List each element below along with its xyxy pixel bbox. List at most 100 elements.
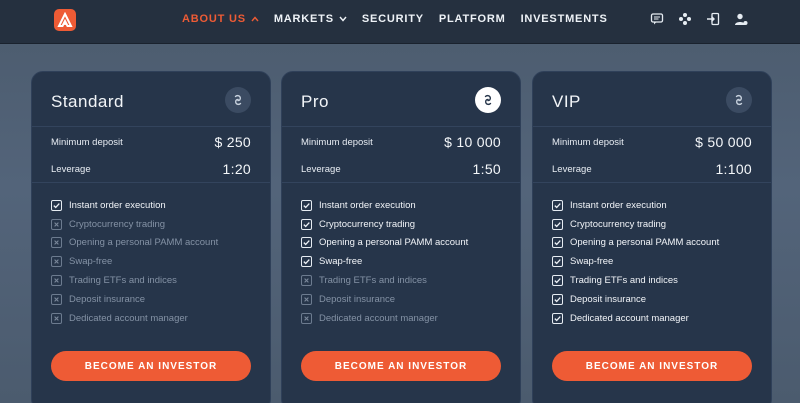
feature-list: Instant order execution Cryptocurrency tr… bbox=[301, 196, 510, 328]
nav-security-label: SECURITY bbox=[361, 13, 424, 25]
feature-label: Instant order execution bbox=[69, 199, 166, 211]
plan-card-standard: Standard Minimum deposit $ 250 Leverage … bbox=[31, 71, 271, 403]
min-deposit-row: Minimum deposit $ 10 000 bbox=[301, 134, 501, 150]
cross-icon bbox=[301, 275, 312, 287]
leverage-label: Leverage bbox=[301, 163, 341, 175]
become-investor-button[interactable]: BECOME AN INVESTOR bbox=[301, 351, 501, 381]
min-deposit-row: Minimum deposit $ 250 bbox=[51, 134, 251, 150]
nav-platform-label: PLATFORM bbox=[438, 13, 506, 25]
chevron-up-icon bbox=[251, 16, 259, 22]
link-icon bbox=[475, 87, 501, 113]
feature-label: Opening a personal PAMM account bbox=[319, 237, 469, 249]
leverage-row: Leverage 1:100 bbox=[552, 161, 752, 177]
feature-item: Dedicated account manager bbox=[51, 309, 260, 328]
nav-about-us[interactable]: ABOUT US bbox=[182, 13, 259, 25]
divider bbox=[533, 126, 771, 127]
leverage-row: Leverage 1:50 bbox=[301, 161, 501, 177]
feature-label: Trading ETFs and indices bbox=[69, 275, 177, 287]
check-icon bbox=[552, 293, 563, 305]
feature-label: Swap-free bbox=[69, 256, 113, 268]
feature-label: Trading ETFs and indices bbox=[319, 275, 427, 287]
feature-label: Opening a personal PAMM account bbox=[570, 237, 720, 249]
feature-item: Opening a personal PAMM account bbox=[301, 234, 510, 253]
cross-icon bbox=[51, 293, 62, 305]
check-icon bbox=[552, 218, 563, 230]
become-investor-button[interactable]: BECOME AN INVESTOR bbox=[552, 351, 752, 381]
nav-platform[interactable]: PLATFORM bbox=[439, 13, 506, 25]
logo[interactable] bbox=[54, 9, 76, 31]
chat-icon[interactable] bbox=[650, 12, 664, 26]
feature-label: Deposit insurance bbox=[319, 293, 396, 305]
leverage-row: Leverage 1:20 bbox=[51, 161, 251, 177]
feature-item: Deposit insurance bbox=[301, 290, 510, 309]
check-icon bbox=[51, 199, 62, 211]
check-icon bbox=[301, 237, 312, 249]
link-icon bbox=[726, 87, 752, 113]
support-icon[interactable] bbox=[678, 12, 692, 26]
feature-label: Trading ETFs and indices bbox=[570, 275, 678, 287]
nav-security[interactable]: SECURITY bbox=[362, 13, 424, 25]
min-deposit-row: Minimum deposit $ 50 000 bbox=[552, 134, 752, 150]
feature-list: Instant order execution Cryptocurrency tr… bbox=[552, 196, 761, 328]
check-icon bbox=[301, 256, 312, 268]
top-navbar: ABOUT US MARKETS SECURITY PLATFORM INVES… bbox=[0, 0, 800, 44]
feature-label: Cryptocurrency trading bbox=[570, 218, 667, 230]
check-icon bbox=[552, 237, 563, 249]
plan-card-vip: VIP Minimum deposit $ 50 000 Leverage 1:… bbox=[532, 71, 772, 403]
cross-icon bbox=[51, 312, 62, 324]
feature-item: Dedicated account manager bbox=[301, 309, 510, 328]
cross-icon bbox=[51, 275, 62, 287]
main-nav: ABOUT US MARKETS SECURITY PLATFORM INVES… bbox=[182, 13, 623, 25]
feature-label: Cryptocurrency trading bbox=[319, 218, 416, 230]
check-icon bbox=[552, 312, 563, 324]
plan-title: VIP bbox=[552, 92, 581, 111]
leverage-value: 1:100 bbox=[715, 161, 752, 177]
check-icon bbox=[301, 199, 312, 211]
feature-item: Cryptocurrency trading bbox=[552, 215, 761, 234]
leverage-label: Leverage bbox=[552, 163, 592, 175]
nav-investments-label: INVESTMENTS bbox=[520, 13, 608, 25]
feature-label: Instant order execution bbox=[319, 199, 416, 211]
feature-label: Cryptocurrency trading bbox=[69, 218, 166, 230]
check-icon bbox=[552, 199, 563, 211]
user-icon[interactable] bbox=[734, 12, 748, 26]
plan-card-pro: Pro Minimum deposit $ 10 000 Leverage 1:… bbox=[281, 71, 521, 403]
feature-item: Opening a personal PAMM account bbox=[51, 234, 260, 253]
min-deposit-value: $ 50 000 bbox=[695, 134, 752, 150]
min-deposit-label: Minimum deposit bbox=[301, 136, 373, 148]
min-deposit-value: $ 250 bbox=[214, 134, 251, 150]
become-investor-button[interactable]: BECOME AN INVESTOR bbox=[51, 351, 251, 381]
feature-label: Swap-free bbox=[319, 256, 363, 268]
login-icon[interactable] bbox=[706, 12, 720, 26]
link-icon bbox=[225, 87, 251, 113]
cross-icon bbox=[51, 218, 62, 230]
feature-label: Deposit insurance bbox=[570, 293, 647, 305]
feature-item: Trading ETFs and indices bbox=[552, 271, 761, 290]
leverage-value: 1:50 bbox=[472, 161, 501, 177]
feature-item: Cryptocurrency trading bbox=[51, 215, 260, 234]
feature-label: Swap-free bbox=[570, 256, 614, 268]
feature-item: Instant order execution bbox=[301, 196, 510, 215]
chevron-down-icon bbox=[339, 16, 347, 22]
feature-label: Dedicated account manager bbox=[570, 312, 689, 324]
nav-markets[interactable]: MARKETS bbox=[274, 13, 347, 25]
leverage-label: Leverage bbox=[51, 163, 91, 175]
check-icon bbox=[301, 218, 312, 230]
cross-icon bbox=[51, 237, 62, 249]
feature-item: Instant order execution bbox=[552, 196, 761, 215]
feature-item: Deposit insurance bbox=[51, 290, 260, 309]
check-icon bbox=[552, 256, 563, 268]
divider bbox=[32, 126, 270, 127]
feature-label: Deposit insurance bbox=[69, 293, 146, 305]
plan-title: Standard bbox=[51, 92, 124, 111]
nav-investments[interactable]: INVESTMENTS bbox=[521, 13, 608, 25]
leverage-value: 1:20 bbox=[222, 161, 251, 177]
divider bbox=[282, 126, 520, 127]
feature-label: Dedicated account manager bbox=[69, 312, 188, 324]
feature-item: Trading ETFs and indices bbox=[301, 271, 510, 290]
feature-list: Instant order execution Cryptocurrency tr… bbox=[51, 196, 260, 328]
logo-icon bbox=[57, 12, 73, 27]
feature-item: Swap-free bbox=[552, 252, 761, 271]
feature-item: Swap-free bbox=[51, 252, 260, 271]
feature-label: Dedicated account manager bbox=[319, 312, 438, 324]
